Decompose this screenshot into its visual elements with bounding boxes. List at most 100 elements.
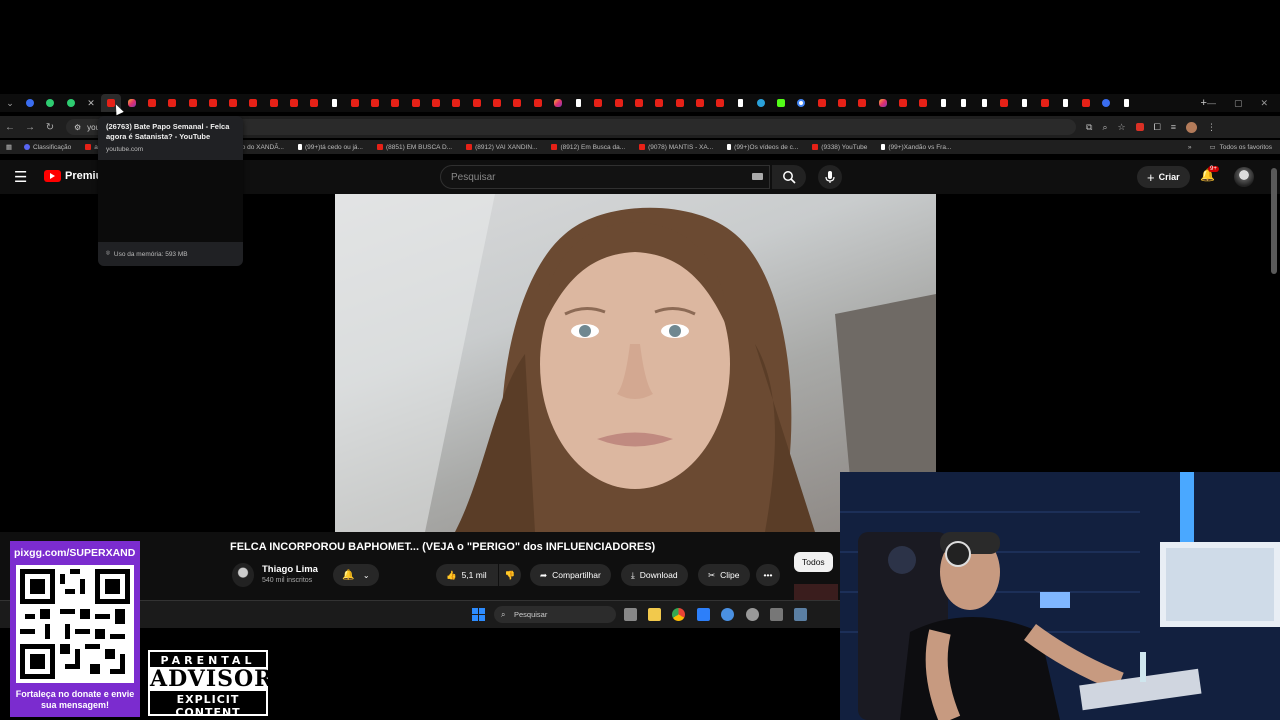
browser-tab[interactable] — [365, 94, 385, 112]
browser-tab[interactable] — [690, 94, 710, 112]
browser-menu-icon[interactable]: ⋮ — [1207, 122, 1216, 133]
channel-avatar[interactable] — [232, 563, 254, 587]
browser-tab[interactable] — [527, 94, 547, 112]
browser-tab[interactable] — [1096, 94, 1116, 112]
browser-tab[interactable] — [954, 94, 974, 112]
steam-icon[interactable] — [794, 608, 807, 621]
browser-tab[interactable] — [446, 94, 466, 112]
browser-tab[interactable] — [20, 94, 40, 112]
profile-avatar[interactable] — [1186, 121, 1198, 133]
keyboard-icon[interactable] — [752, 173, 763, 180]
browser-tab[interactable] — [629, 94, 649, 112]
browser-tab[interactable] — [852, 94, 872, 112]
reload-icon[interactable]: ↻ — [40, 122, 60, 133]
recommended-thumbnail[interactable] — [794, 584, 838, 600]
browser-tab[interactable] — [791, 94, 811, 112]
app-icon-circle[interactable] — [721, 608, 734, 621]
browser-tab[interactable] — [223, 94, 243, 112]
bookmark-item[interactable]: (9338) YouTube — [812, 144, 867, 151]
browser-tab[interactable] — [588, 94, 608, 112]
app-icon-grey[interactable] — [746, 608, 759, 621]
browser-tab[interactable] — [182, 94, 202, 112]
bookmark-item[interactable]: (8912) Em Busca da... — [551, 144, 625, 151]
more-actions-button[interactable]: ••• — [756, 564, 780, 586]
browser-tab[interactable] — [1116, 94, 1136, 112]
browser-tab[interactable] — [994, 94, 1014, 112]
browser-tab[interactable] — [1015, 94, 1035, 112]
browser-tab[interactable] — [730, 94, 750, 112]
browser-tab[interactable] — [40, 94, 60, 112]
browser-tab[interactable] — [385, 94, 405, 112]
chip-all[interactable]: Todos — [794, 552, 833, 572]
browser-tab[interactable] — [203, 94, 223, 112]
browser-tab[interactable] — [812, 94, 832, 112]
tab-search-icon[interactable]: ⌄ — [0, 98, 20, 109]
browser-tab[interactable] — [345, 94, 365, 112]
like-button[interactable]: 👍 5,1 mil — [436, 564, 498, 586]
close-icon[interactable]: ✕ — [1260, 98, 1268, 109]
browser-tab[interactable] — [121, 94, 141, 112]
bookmark-item[interactable]: (99+)Os vídeos de c... — [727, 144, 798, 151]
file-explorer-icon[interactable] — [648, 608, 661, 621]
channel-name[interactable]: Thiago Lima — [262, 564, 318, 575]
reading-list-icon[interactable]: ≡ — [1171, 122, 1176, 132]
bookmark-item[interactable]: (8851) EM BUSCA D... — [376, 144, 452, 151]
chrome-icon[interactable] — [672, 608, 685, 621]
share-button[interactable]: ➦ Compartilhar — [530, 564, 611, 586]
browser-tab[interactable] — [1035, 94, 1055, 112]
create-button[interactable]: + Criar — [1137, 166, 1190, 188]
apps-grid-icon[interactable]: ▦ — [0, 143, 18, 151]
bookmark-item[interactable]: (9078) MANTIS - XA... — [639, 144, 713, 151]
browser-tab[interactable] — [568, 94, 588, 112]
all-bookmarks[interactable]: » ▭ Todos os favoritos — [1188, 140, 1272, 154]
search-input[interactable]: Pesquisar — [440, 165, 770, 189]
forward-icon[interactable]: → — [20, 122, 40, 133]
browser-tab[interactable] — [893, 94, 913, 112]
zoom-icon[interactable]: ⌕ — [1102, 122, 1107, 133]
browser-tab[interactable] — [284, 94, 304, 112]
browser-tab[interactable] — [609, 94, 629, 112]
browser-tab[interactable] — [507, 94, 527, 112]
browser-tab[interactable] — [324, 94, 344, 112]
browser-tab[interactable] — [710, 94, 730, 112]
browser-tab[interactable] — [548, 94, 568, 112]
extension-icon[interactable] — [1135, 123, 1144, 131]
dislike-button[interactable]: 👎 — [499, 564, 521, 586]
bookmark-item[interactable]: (99+)tá cedo ou já... — [297, 144, 363, 151]
browser-tab[interactable] — [913, 94, 933, 112]
tab-close-icon[interactable]: ✕ — [87, 98, 95, 109]
minimize-icon[interactable]: — — [1207, 98, 1216, 109]
bookmark-item[interactable]: (8912) VAI XANDIN... — [466, 144, 537, 151]
bookmark-item[interactable]: Classificação — [24, 144, 71, 151]
youtube-logo[interactable]: Premiu — [44, 170, 102, 182]
bookmark-item[interactable]: (99+)Xandão vs Fra... — [881, 144, 951, 151]
browser-tab[interactable] — [467, 94, 487, 112]
browser-tab[interactable] — [487, 94, 507, 112]
browser-tab[interactable] — [670, 94, 690, 112]
browser-tab[interactable] — [872, 94, 892, 112]
clip-button[interactable]: ✂ Clipe — [698, 564, 750, 586]
install-icon[interactable]: ⧉ — [1086, 122, 1092, 133]
extensions-puzzle-icon[interactable]: ⧠ — [1154, 122, 1161, 133]
site-settings-icon[interactable]: ⚙ — [74, 123, 81, 132]
browser-tab[interactable] — [243, 94, 263, 112]
back-icon[interactable]: ← — [0, 122, 20, 133]
browser-tab[interactable] — [142, 94, 162, 112]
browser-tab[interactable] — [264, 94, 284, 112]
browser-tab[interactable] — [1055, 94, 1075, 112]
more-bookmarks-icon[interactable]: » — [1188, 144, 1192, 151]
download-button[interactable]: ⤓ Download — [621, 564, 688, 586]
browser-tab[interactable] — [771, 94, 791, 112]
page-scrollbar[interactable] — [1271, 168, 1277, 274]
browser-tab[interactable] — [1075, 94, 1095, 112]
browser-tab[interactable] — [933, 94, 953, 112]
browser-tab[interactable] — [61, 94, 81, 112]
browser-tab[interactable] — [304, 94, 324, 112]
browser-tab[interactable] — [426, 94, 446, 112]
task-view-icon[interactable] — [624, 608, 637, 621]
browser-tab[interactable]: ✕ — [81, 94, 101, 112]
search-button[interactable] — [772, 165, 806, 189]
voice-search-button[interactable] — [818, 165, 842, 189]
maximize-icon[interactable]: ▢ — [1234, 98, 1243, 109]
browser-tab[interactable] — [832, 94, 852, 112]
